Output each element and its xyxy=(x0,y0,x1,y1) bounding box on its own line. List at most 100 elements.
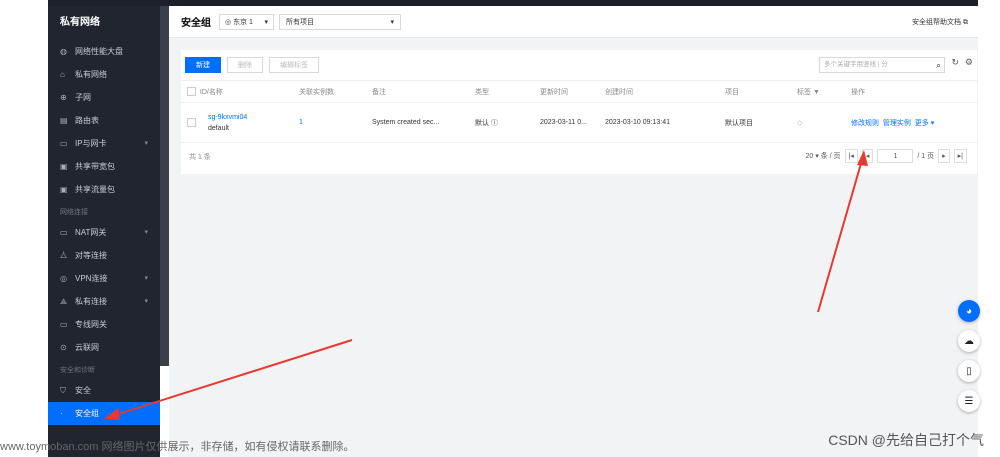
manage-instances-link[interactable]: 管理实例 xyxy=(883,120,911,127)
chevron-down-icon: ▾ xyxy=(144,298,148,305)
select-all-checkbox[interactable] xyxy=(187,87,196,97)
tag-icon[interactable]: ◇ xyxy=(797,102,851,143)
route-table-icon: ▤ xyxy=(60,116,68,125)
sidebar-item-label: 路由表 xyxy=(75,116,99,125)
header-updated: 更新时间 xyxy=(540,80,605,103)
more-dropdown[interactable]: 更多 ▾ xyxy=(915,120,934,127)
dot-icon: · xyxy=(60,409,63,418)
chevron-down-icon: ▾ xyxy=(264,18,268,26)
cell-ops: 修改规则 管理实例 更多 ▾ xyxy=(851,102,977,143)
header-count: 关联实例数 xyxy=(299,80,372,103)
pagination: 20 ▾ 条 / 页 |◂ ◂ 1 / 1 页 ▸ ▸| xyxy=(806,149,967,163)
book-icon[interactable]: ▯ xyxy=(958,360,980,382)
peering-icon: ⧊ xyxy=(60,251,68,260)
header-tags: 标签 ▼ xyxy=(797,80,851,103)
sidebar-item-peering[interactable]: ⧊ 对等连接 xyxy=(48,244,160,267)
traffic-icon: ▣ xyxy=(60,185,68,194)
cell-type: 默认 ⓘ xyxy=(475,102,540,143)
security-group-table: ID/名称 关联实例数 备注 类型 更新时间 创建时间 项目 标签 ▼ 操作 s… xyxy=(181,80,977,143)
sidebar-item-label: 安全组 xyxy=(75,409,99,418)
page-total: / 1 页 xyxy=(917,153,935,160)
sidebar-group-connect: 网络连接 xyxy=(60,209,88,216)
sidebar-item-label: 共享流量包 xyxy=(75,185,115,194)
page-title: 安全组 xyxy=(181,18,211,29)
region-select[interactable]: ◎ 东京 1 ▾ xyxy=(219,13,274,30)
sidebar-item-dot[interactable]: · 安全组 xyxy=(48,402,160,425)
new-button[interactable]: 新建 xyxy=(185,57,221,73)
project-select[interactable]: 所有项目 ▾ xyxy=(279,13,401,30)
sidebar-item-dashboard[interactable]: ◍ 网络性能大盘 xyxy=(48,40,160,63)
header-project: 项目 xyxy=(725,80,797,103)
globe-icon: ◎ xyxy=(225,18,234,26)
sidebar: 私有网络 ◍ 网络性能大盘 ⌂ 私有网络 ⊕ 子网 ▤ 路由表 ▭ IP与网卡 ▾ ▣ 共享带宽包 ▣ 共享… xyxy=(48,6,169,457)
list-icon[interactable]: ☰ xyxy=(958,390,980,412)
last-page-icon[interactable]: ▸| xyxy=(953,149,967,163)
search-icon[interactable]: ⌕ xyxy=(936,58,941,72)
floating-toolbar: ◕ ☁ ▯ ☰ xyxy=(958,300,982,420)
sidebar-scrollbar[interactable] xyxy=(160,6,169,366)
nat-icon: ▭ xyxy=(60,228,68,237)
sidebar-item-shield[interactable]: ⛉ 安全 xyxy=(48,379,160,402)
dc-gateway-icon: ▭ xyxy=(60,320,68,329)
cloud-icon[interactable]: ☁ xyxy=(958,330,980,352)
refresh-icon[interactable]: ↻ xyxy=(951,57,959,68)
sidebar-item-label: 私有连接 xyxy=(75,297,107,306)
project-value: 所有项目 xyxy=(286,18,314,26)
search-placeholder: 多个关键字用竖线 | 分 xyxy=(824,61,888,68)
page-header: 安全组 ◎ 东京 1 ▾ 所有项目 ▾ 安全组帮助文档 ⧉ xyxy=(169,6,978,38)
edit-rules-link[interactable]: 修改规则 xyxy=(851,120,879,127)
network-icon: ⌂ xyxy=(60,70,65,79)
bandwidth-icon: ▣ xyxy=(60,162,68,171)
sidebar-item-label: NAT网关 xyxy=(75,228,107,237)
gear-icon[interactable]: ⚙ xyxy=(965,57,973,68)
instance-count-link[interactable]: 1 xyxy=(299,102,372,143)
chevron-down-icon: ▾ xyxy=(144,229,148,236)
sidebar-item-ccn[interactable]: ⊙ 云联网 xyxy=(48,336,160,359)
sidebar-title: 私有网络 xyxy=(60,17,100,28)
cell-id: sg-9kxvmi04 default xyxy=(181,102,299,143)
table-header-row: ID/名称 关联实例数 备注 类型 更新时间 创建时间 项目 标签 ▼ 操作 xyxy=(181,80,977,103)
search-input[interactable]: 多个关键字用竖线 | 分 ⌕ xyxy=(819,57,945,73)
header-created: 创建时间 xyxy=(605,80,725,103)
help-doc-link[interactable]: 安全组帮助文档 ⧉ xyxy=(912,17,968,27)
headset-icon[interactable]: ◕ xyxy=(958,300,980,322)
sidebar-item-label: 对等连接 xyxy=(75,251,107,260)
filter-icon[interactable]: ▼ xyxy=(813,89,820,96)
cell-remark: System created sec... xyxy=(372,102,475,143)
header-type: 类型 xyxy=(475,80,540,103)
sidebar-item-subnet[interactable]: ⊕ 子网 xyxy=(48,86,160,109)
sidebar-item-ip-card[interactable]: ▭ IP与网卡 ▾ xyxy=(48,132,160,155)
cell-project: 默认项目 xyxy=(725,102,797,143)
subnet-icon: ⊕ xyxy=(60,93,67,102)
next-page-icon[interactable]: ▸ xyxy=(938,149,950,163)
security-group-panel: 新建 删除 编辑标签 多个关键字用竖线 | 分 ⌕ ↻ ⚙ ID/名称 关联实例… xyxy=(181,50,977,174)
sg-id-link[interactable]: sg-9kxvmi04 xyxy=(208,114,247,121)
page-size-select[interactable]: 20 ▾ 条 / 页 xyxy=(806,151,841,161)
sidebar-item-label: 网络性能大盘 xyxy=(75,47,123,56)
first-page-icon[interactable]: |◂ xyxy=(844,149,858,163)
delete-button[interactable]: 删除 xyxy=(227,57,263,73)
sidebar-item-label: 子网 xyxy=(75,93,91,102)
sidebar-item-label: VPN连接 xyxy=(75,274,108,283)
total-count: 共 1 条 xyxy=(189,154,211,161)
chevron-down-icon: ▾ xyxy=(390,18,394,26)
sidebar-item-nat[interactable]: ▭ NAT网关 ▾ xyxy=(48,221,160,244)
vpn-icon: ◎ xyxy=(60,274,67,283)
sidebar-item-route-table[interactable]: ▤ 路由表 xyxy=(48,109,160,132)
ip-card-icon: ▭ xyxy=(60,139,68,148)
cell-created: 2023-03-10 09:13:41 xyxy=(605,102,725,143)
sidebar-item-label: 安全 xyxy=(75,386,91,395)
sidebar-item-private-link[interactable]: ⟁ 私有连接 ▾ xyxy=(48,290,160,313)
watermark-text: www.toymoban.com 网络图片仅供展示，非存储，如有侵权请联系删除。 xyxy=(0,441,355,453)
row-checkbox[interactable] xyxy=(187,118,196,127)
prev-page-icon[interactable]: ◂ xyxy=(861,149,874,163)
header-id: ID/名称 xyxy=(181,80,299,103)
sidebar-item-bandwidth[interactable]: ▣ 共享带宽包 xyxy=(48,155,160,178)
sidebar-item-traffic[interactable]: ▣ 共享流量包 xyxy=(48,178,160,201)
sidebar-item-network[interactable]: ⌂ 私有网络 xyxy=(48,63,160,86)
page-input[interactable]: 1 xyxy=(877,149,914,163)
sidebar-item-dc-gateway[interactable]: ▭ 专线网关 xyxy=(48,313,160,336)
edit-tags-button[interactable]: 编辑标签 xyxy=(269,57,319,73)
chevron-down-icon: ▾ xyxy=(144,275,148,282)
sidebar-item-vpn[interactable]: ◎ VPN连接 ▾ xyxy=(48,267,160,290)
